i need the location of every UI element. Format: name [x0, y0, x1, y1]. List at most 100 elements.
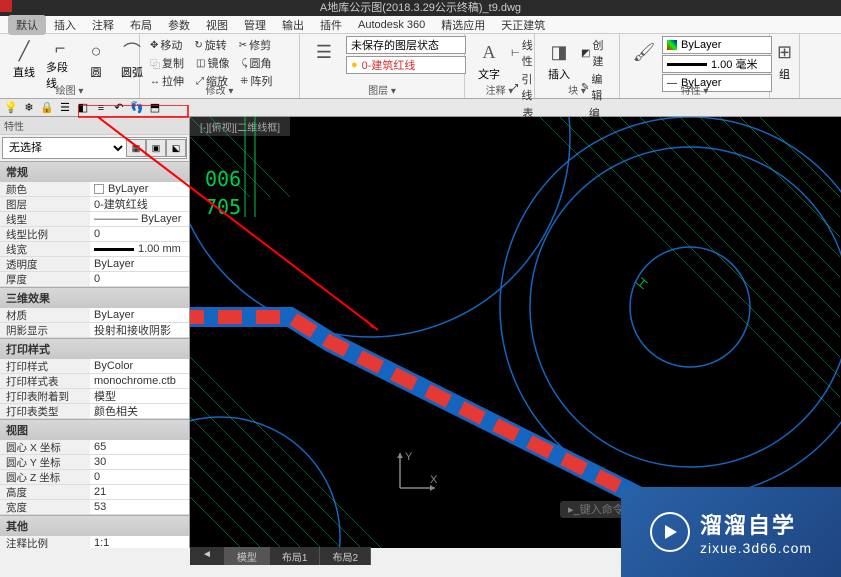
prop-row[interactable]: 宽度53	[0, 500, 189, 515]
fillet-button[interactable]: ⤹ 圆角	[237, 54, 275, 72]
prop-row[interactable]: 高度21	[0, 485, 189, 500]
circle-icon: ○	[82, 38, 110, 64]
prop-row[interactable]: 打印表附着到模型	[0, 389, 189, 404]
layers-panel-label[interactable]: 图层 ▾	[300, 82, 464, 97]
trim-button[interactable]: ✂ 修剪	[235, 36, 275, 54]
qat-lightbulb-icon[interactable]: 💡	[4, 101, 18, 115]
prop-value[interactable]: monochrome.ctb	[90, 374, 189, 388]
tab-nav-left[interactable]: ◄	[190, 547, 225, 565]
annot-panel-label[interactable]: 注释 ▾	[465, 82, 534, 97]
prop-row[interactable]: 注释比例1:1	[0, 536, 189, 548]
prop-value[interactable]: ByLayer	[90, 257, 189, 271]
rotate-button[interactable]: ↻ 旋转	[190, 36, 230, 54]
prop-row[interactable]: 线宽1.00 mm	[0, 242, 189, 257]
circle-button[interactable]: ○圆	[78, 36, 114, 82]
prop-row[interactable]: 打印表类型颜色相关	[0, 404, 189, 419]
prop-row[interactable]: 颜色ByLayer	[0, 182, 189, 197]
menu-layout[interactable]: 布局	[122, 15, 160, 35]
prop-value[interactable]: 1.00 mm	[90, 242, 189, 256]
prop-value[interactable]: ByColor	[90, 359, 189, 373]
mirror-button[interactable]: ◫ 镜像	[192, 54, 233, 72]
qat-layer-icon[interactable]: ☰	[58, 101, 72, 115]
prop-value[interactable]: ByLayer	[90, 308, 189, 322]
menu-manage[interactable]: 管理	[236, 15, 274, 35]
drawing-canvas[interactable]: [-][俯视][二维线框] 工	[190, 117, 841, 548]
prop-value[interactable]: 65	[90, 440, 189, 454]
prop-row[interactable]: 材质ByLayer	[0, 308, 189, 323]
qat-freeze-icon[interactable]: ❄	[22, 101, 36, 115]
prop-row[interactable]: 打印样式表monochrome.ctb	[0, 374, 189, 389]
prop-value[interactable]: 0	[90, 227, 189, 241]
layer-props-button[interactable]: ☰	[306, 36, 342, 74]
menu-output[interactable]: 输出	[274, 15, 312, 35]
prop-row[interactable]: 线型———— ByLayer	[0, 212, 189, 227]
group-button[interactable]: ⊞组	[776, 36, 793, 84]
prop-value[interactable]: 21	[90, 485, 189, 499]
menu-default[interactable]: 默认	[8, 15, 46, 35]
draw-panel-label[interactable]: 绘图 ▾	[0, 82, 139, 97]
prop-row[interactable]: 透明度ByLayer	[0, 257, 189, 272]
menu-featured[interactable]: 精选应用	[433, 15, 493, 35]
qat-merge-icon[interactable]: ⬒	[148, 101, 162, 115]
prop-name: 注释比例	[0, 536, 90, 548]
prop-group-header[interactable]: 其他	[0, 515, 189, 536]
copy-button[interactable]: ⿻ 复制	[146, 54, 188, 72]
select-objects-button[interactable]: ▣	[146, 139, 166, 157]
props-panel-label[interactable]: 特性 ▾	[620, 82, 769, 97]
menu-view[interactable]: 视图	[198, 15, 236, 35]
move-button[interactable]: ✥ 移动	[146, 36, 186, 54]
prop-row[interactable]: 厚度0	[0, 272, 189, 287]
selection-select[interactable]: 无选择	[3, 139, 126, 157]
dim-linear-button[interactable]: ⊢ 线性	[507, 36, 537, 70]
prop-row[interactable]: 图层0-建筑红线	[0, 197, 189, 212]
prop-group-header[interactable]: 打印样式	[0, 338, 189, 359]
prop-group-header[interactable]: 三维效果	[0, 287, 189, 308]
menu-annotate[interactable]: 注释	[84, 15, 122, 35]
prop-value[interactable]: ———— ByLayer	[90, 212, 189, 226]
layer-state-dropdown[interactable]: 未保存的图层状态	[346, 36, 466, 54]
qat-lock-icon[interactable]: 🔒	[40, 101, 54, 115]
block-create-button[interactable]: ◩ 创建	[577, 36, 613, 70]
qat-layerwalk-icon[interactable]: 👣	[130, 101, 144, 115]
tab-model[interactable]: 模型	[225, 547, 270, 565]
current-layer-dropdown[interactable]: ●0-建筑红线	[346, 56, 466, 74]
qat-prev-icon[interactable]: ↶	[112, 101, 126, 115]
line-button[interactable]: ╱直线	[6, 36, 42, 82]
prop-row[interactable]: 圆心 Z 坐标0	[0, 470, 189, 485]
menu-plugin[interactable]: 插件	[312, 15, 350, 35]
menu-tangent[interactable]: 天正建筑	[493, 15, 553, 35]
prop-row[interactable]: 线型比例0	[0, 227, 189, 242]
prop-row[interactable]: 圆心 X 坐标65	[0, 440, 189, 455]
toggle-pickadd-button[interactable]: ⬕	[166, 139, 186, 157]
qat-isolate-icon[interactable]: ◧	[76, 101, 90, 115]
qat-match-icon[interactable]: ≡	[94, 101, 108, 115]
block-panel-label[interactable]: 块 ▾	[535, 82, 619, 97]
modify-panel-label[interactable]: 修改 ▾	[140, 82, 299, 97]
tab-layout1[interactable]: 布局1	[270, 547, 321, 565]
prop-row[interactable]: 打印样式ByColor	[0, 359, 189, 374]
polyline-button[interactable]: ⌐多段线	[42, 36, 78, 82]
menu-a360[interactable]: Autodesk 360	[350, 17, 433, 33]
prop-name: 材质	[0, 308, 90, 322]
quick-select-button[interactable]: ▦	[126, 139, 146, 157]
prop-value[interactable]: 模型	[90, 389, 189, 403]
prop-value[interactable]: 0-建筑红线	[90, 197, 189, 211]
menu-insert[interactable]: 插入	[46, 15, 84, 35]
prop-value[interactable]: 1:1	[90, 536, 189, 548]
lineweight-dropdown[interactable]: 1.00 毫米	[662, 55, 772, 73]
menu-param[interactable]: 参数	[160, 15, 198, 35]
prop-value[interactable]: 颜色相关	[90, 404, 189, 418]
prop-group-header[interactable]: 常规	[0, 161, 189, 182]
prop-row[interactable]: 阴影显示投射和接收阴影	[0, 323, 189, 338]
tab-layout2[interactable]: 布局2	[320, 547, 371, 565]
selection-dropdown[interactable]: 无选择 ▦ ▣ ⬕	[2, 137, 187, 159]
prop-value[interactable]: 投射和接收阴影	[90, 323, 189, 337]
prop-value[interactable]: 30	[90, 455, 189, 469]
prop-row[interactable]: 圆心 Y 坐标30	[0, 455, 189, 470]
prop-value[interactable]: 53	[90, 500, 189, 514]
prop-value[interactable]: 0	[90, 272, 189, 286]
prop-value[interactable]: ByLayer	[90, 182, 189, 196]
prop-group-header[interactable]: 视图	[0, 419, 189, 440]
prop-value[interactable]: 0	[90, 470, 189, 484]
color-dropdown[interactable]: ByLayer	[662, 36, 772, 54]
